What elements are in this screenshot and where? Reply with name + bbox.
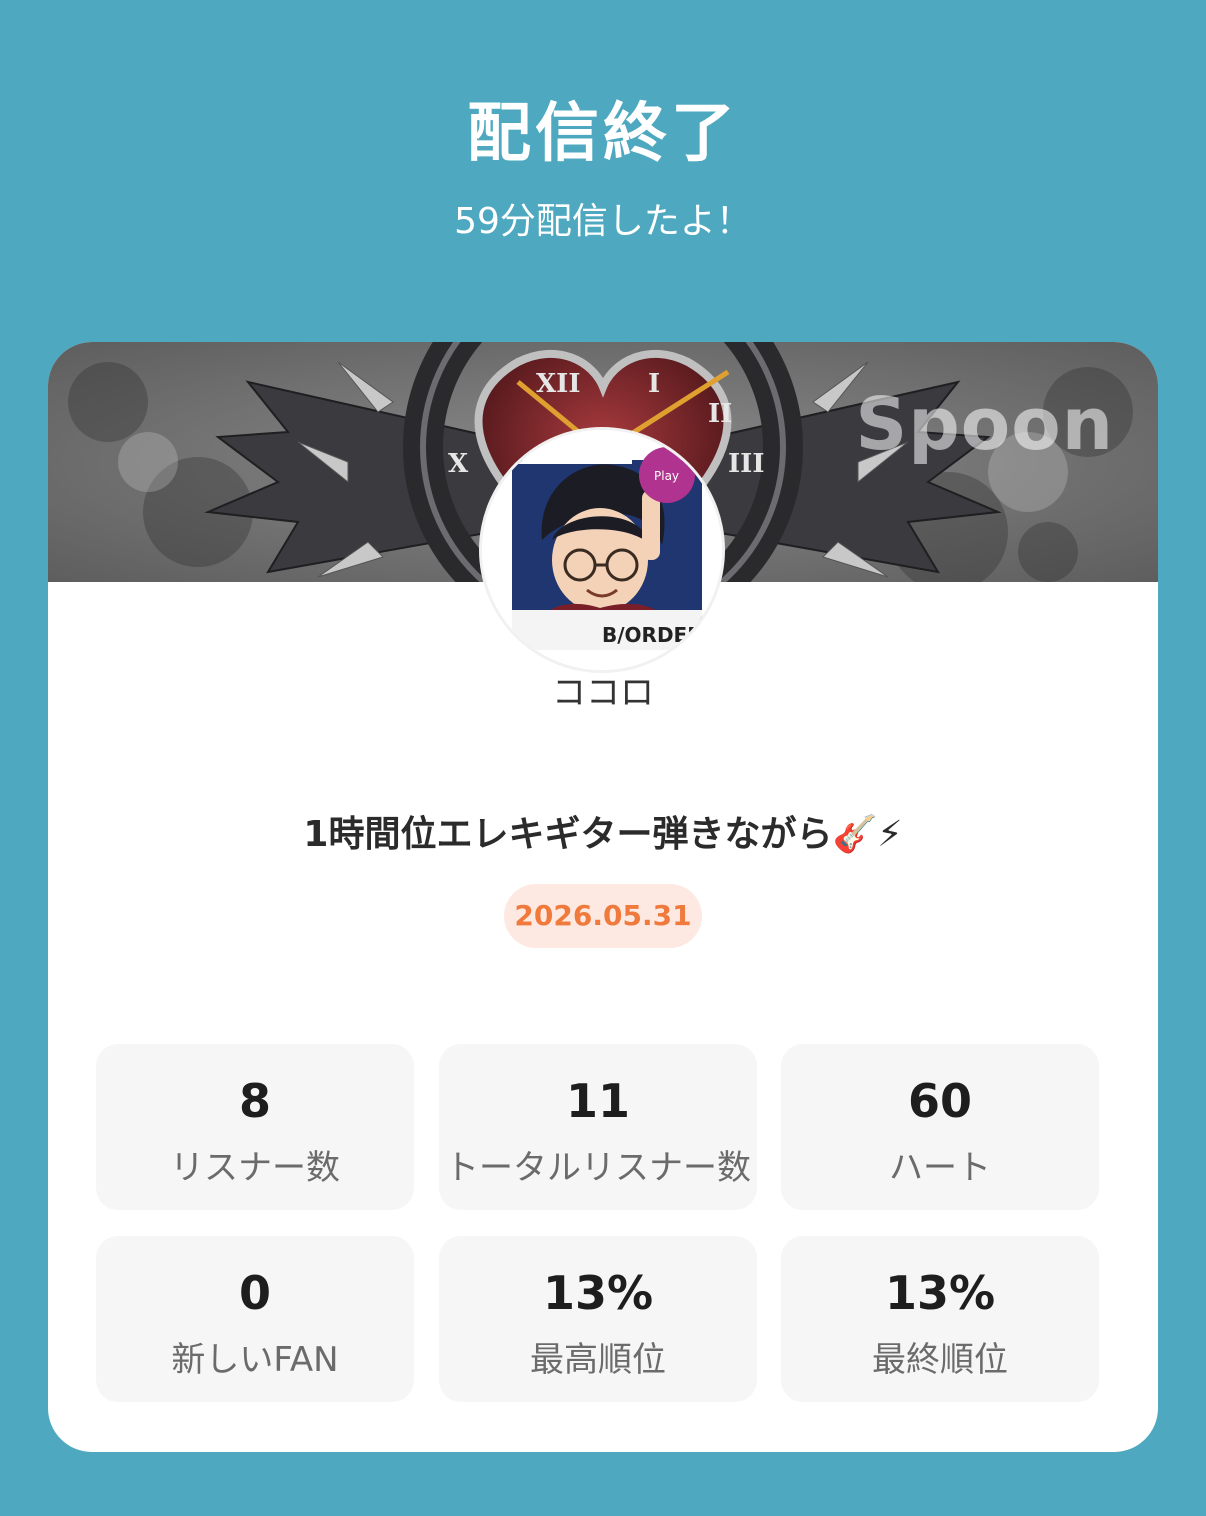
stat-label: リスナー数	[170, 1148, 340, 1188]
svg-text:XII: XII	[536, 369, 581, 399]
stat-value: 13%	[884, 1266, 996, 1320]
stat-value: 13%	[542, 1266, 654, 1320]
username: ココロ	[552, 673, 654, 713]
stat-value: 60	[907, 1074, 972, 1128]
spoon-watermark: Spoon	[855, 382, 1114, 466]
stat-value: 8	[238, 1074, 271, 1128]
stat-value: 11	[565, 1074, 630, 1128]
svg-text:II: II	[708, 399, 732, 429]
svg-text:B/ORDERL: B/ORDERL	[602, 623, 716, 647]
live-title: 1時間位エレキギター弾きながら🎸⚡	[303, 814, 903, 855]
stat-label: 最高順位	[530, 1340, 666, 1380]
page-title: 配信終了	[467, 97, 739, 171]
svg-text:X: X	[448, 449, 469, 479]
stat-highest-rank: 13% 最高順位	[439, 1236, 757, 1402]
stat-label: トータルリスナー数	[445, 1148, 751, 1188]
stat-label: 最終順位	[872, 1340, 1008, 1380]
stat-hearts: 60 ハート	[781, 1044, 1099, 1210]
avatar[interactable]: Play B/ORDERL	[482, 430, 722, 670]
stat-label: ハート	[889, 1148, 991, 1188]
stat-value: 0	[238, 1266, 271, 1320]
stat-listeners: 8 リスナー数	[96, 1044, 414, 1210]
live-summary-card: XII I II X III Spoon Play B/ORDERL ココロ 1…	[48, 342, 1158, 1452]
stat-total-listeners: 11 トータルリスナー数	[439, 1044, 757, 1210]
date-badge: 2026.05.31	[504, 884, 702, 948]
svg-text:Play: Play	[654, 469, 679, 483]
stat-new-fans: 0 新しいFAN	[96, 1236, 414, 1402]
stat-label: 新しいFAN	[171, 1340, 339, 1380]
svg-text:I: I	[648, 369, 660, 399]
svg-text:III: III	[728, 449, 765, 479]
page-subtitle: 59分配信したよ！	[454, 201, 752, 242]
stat-final-rank: 13% 最終順位	[781, 1236, 1099, 1402]
